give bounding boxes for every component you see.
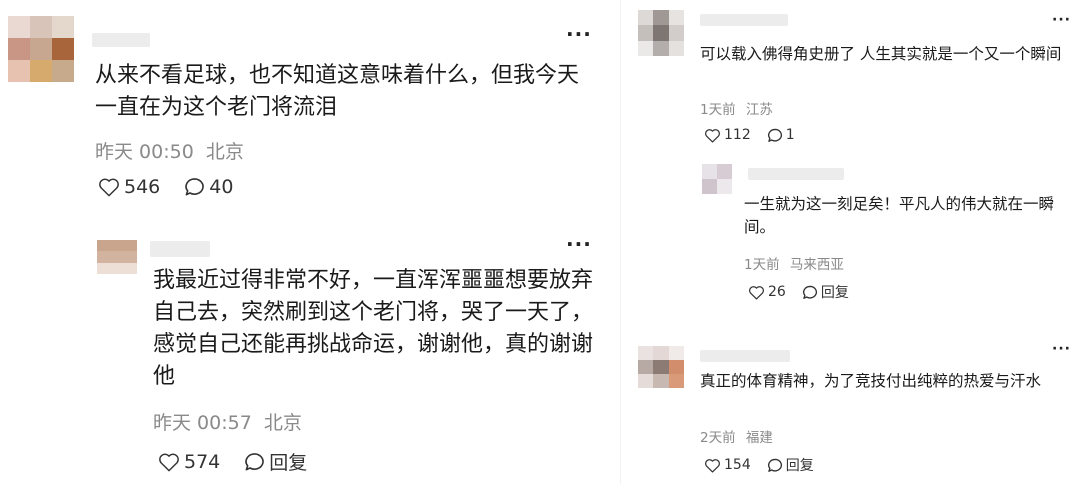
comment-text: 真正的体育精神，为了竞技付出纯粹的热爱与汗水 [700,372,1042,390]
reply-button[interactable]: 回复 [244,448,307,475]
heart-icon [705,128,720,143]
username[interactable] [748,168,844,180]
reply-label: 回复 [785,458,814,474]
speech-bubble-icon [185,178,205,196]
like-count: 574 [184,450,221,473]
comment-location: 北京 [263,412,302,434]
like-button[interactable]: 546 [98,176,160,198]
username[interactable] [150,241,210,257]
comment-time: 1天前 [700,102,736,118]
like-button[interactable]: 154 [704,457,751,473]
like-count: 112 [724,127,751,143]
speech-bubble-icon [802,285,817,299]
avatar[interactable] [638,346,684,388]
avatar[interactable] [702,164,732,194]
more-options-icon[interactable]: ··· [566,232,592,256]
heart-icon [705,458,720,473]
more-options-icon[interactable]: ··· [566,22,592,46]
more-options-icon[interactable]: ··· [1052,12,1071,28]
like-button[interactable]: 574 [158,451,220,473]
left-comment-panel: ··· 从来不看足球，也不知道这意味着什么，但我今天一直在为这个老门将流泪 昨天… [0,0,620,484]
reply-button[interactable]: 回复 [767,455,814,475]
speech-bubble-icon [767,128,782,142]
comment-actions: 574 回复 [158,448,307,475]
comment-time: 昨天 00:50 [95,141,194,163]
like-button[interactable]: 112 [704,127,751,143]
reply-item: 一生就为这一刻足矣！平凡人的伟大就在一瞬间。 1天前 马来西亚 26 回复 [620,160,1080,320]
comment-item: ··· 可以载入佛得角史册了 人生其实就是一个又一个瞬间 1天前 江苏 112 … [620,0,1080,160]
comment-actions: 112 1 [704,127,795,143]
comment-actions: 26 回复 [748,282,849,302]
like-count: 546 [124,176,161,198]
comment-location: 江苏 [745,102,773,118]
right-comment-panel: ··· 可以载入佛得角史册了 人生其实就是一个又一个瞬间 1天前 江苏 112 … [620,0,1080,484]
username[interactable] [700,14,788,26]
username[interactable] [92,33,150,47]
comment-location: 福建 [745,430,773,446]
avatar[interactable] [97,240,137,274]
reply-button[interactable]: 40 [184,176,233,198]
heart-icon [749,285,764,300]
heart-icon [99,178,119,197]
comment-time: 昨天 00:57 [153,412,252,434]
comment-actions: 546 40 [98,176,233,198]
more-options-icon[interactable]: ··· [1052,341,1071,357]
reply-count: 1 [785,127,795,143]
comment-location: 北京 [205,141,244,163]
comment-location: 马来西亚 [789,257,844,273]
like-count: 154 [724,457,751,473]
reply-count: 40 [209,176,234,198]
comment-time: 2天前 [700,430,736,446]
reply-label: 回复 [820,285,849,301]
comment-meta: 1天前 马来西亚 [744,253,844,273]
comment-text: 我最近过得非常不好，一直浑浑噩噩想要放弃自己去，突然刷到这个老门将，哭了一天了，… [153,268,594,389]
avatar[interactable] [638,10,684,56]
heart-icon [159,453,179,471]
reply-label: 回复 [269,452,308,474]
comment-time: 1天前 [744,257,780,273]
avatar[interactable] [8,16,74,82]
comment-item: ··· 真正的体育精神，为了竞技付出纯粹的热爱与汗水 2天前 福建 154 回复 [620,330,1080,484]
like-button[interactable]: 26 [748,284,786,300]
comment-text: 从来不看足球，也不知道这意味着什么，但我今天一直在为这个老门将流泪 [95,63,580,120]
comment-meta: 2天前 福建 [700,426,773,446]
comment-meta: 1天前 江苏 [700,98,773,118]
reply-item: ··· 我最近过得非常不好，一直浑浑噩噩想要放弃自己去，突然刷到这个老门将，哭了… [0,220,620,484]
comment-actions: 154 回复 [704,455,814,475]
speech-bubble-icon [245,452,265,470]
username[interactable] [700,350,790,362]
reply-button[interactable]: 1 [767,127,795,143]
comment-item: ··· 从来不看足球，也不知道这意味着什么，但我今天一直在为这个老门将流泪 昨天… [0,0,620,220]
comment-text: 可以载入佛得角史册了 人生其实就是一个又一个瞬间 [700,45,1062,63]
speech-bubble-icon [767,458,782,472]
comment-meta: 昨天 00:57 北京 [153,408,302,435]
like-count: 26 [768,284,786,300]
comment-meta: 昨天 00:50 北京 [95,137,244,164]
comment-text: 一生就为这一刻足矣！平凡人的伟大就在一瞬间。 [744,195,1055,236]
reply-button[interactable]: 回复 [802,282,849,302]
